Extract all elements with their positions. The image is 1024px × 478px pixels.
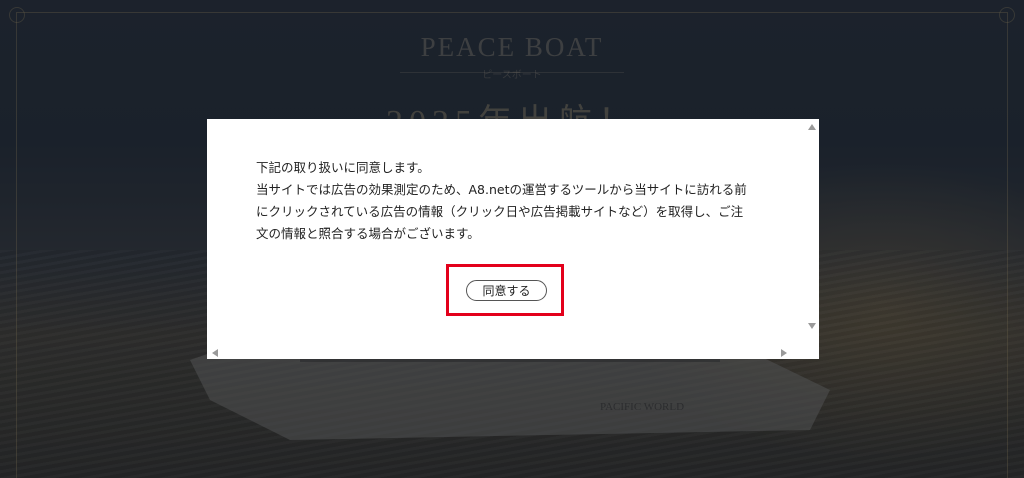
vertical-scrollbar[interactable] [805, 119, 819, 345]
consent-line-2: 当サイトでは広告の効果測定のため、A8.netの運営するツールから当サイトに訪れ… [256, 182, 747, 197]
horizontal-scrollbar[interactable] [207, 345, 805, 359]
consent-line-3: にクリックされている広告の情報（クリック日や広告掲載サイトなど）を取得し、ご注 [256, 204, 744, 219]
scroll-down-arrow-icon[interactable] [808, 323, 816, 329]
consent-line-1: 下記の取り扱いに同意します。 [256, 160, 430, 175]
consent-text: 下記の取り扱いに同意します。 当サイトでは広告の効果測定のため、A8.netの運… [256, 157, 776, 245]
scroll-up-arrow-icon[interactable] [808, 124, 816, 130]
agree-button[interactable]: 同意する [466, 280, 547, 301]
scroll-left-arrow-icon[interactable] [212, 349, 218, 357]
consent-line-4: 文の情報と照合する場合がございます。 [256, 226, 480, 241]
scroll-right-arrow-icon[interactable] [781, 349, 787, 357]
consent-dialog: 下記の取り扱いに同意します。 当サイトでは広告の効果測定のため、A8.netの運… [207, 119, 819, 359]
